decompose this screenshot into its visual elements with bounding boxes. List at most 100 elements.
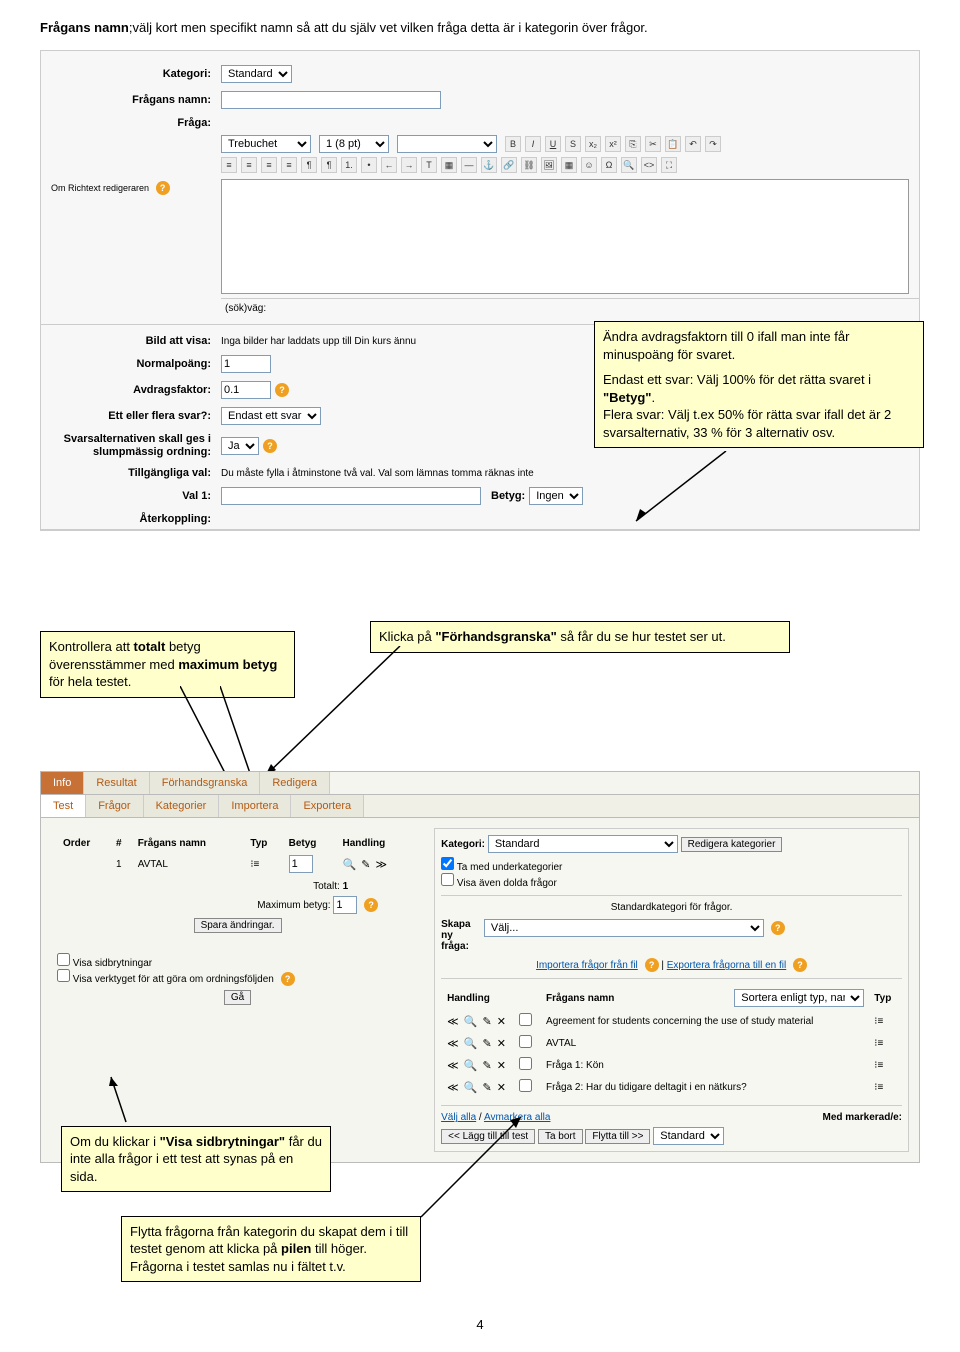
list-num-icon[interactable]: 1. bbox=[341, 157, 357, 173]
align-justify-icon[interactable]: ≡ bbox=[281, 157, 297, 173]
delete-icon[interactable]: ✕ bbox=[497, 1082, 507, 1094]
cb-visa-verk[interactable]: Visa verktyget för att göra om ordningsf… bbox=[57, 974, 274, 985]
tab-exportera[interactable]: Exportera bbox=[291, 795, 364, 817]
align-center-icon[interactable]: ≡ bbox=[241, 157, 257, 173]
tab-info[interactable]: Info bbox=[41, 772, 84, 794]
row-checkbox[interactable] bbox=[519, 1013, 532, 1026]
preview-icon[interactable]: 🔍 bbox=[464, 1038, 479, 1050]
redo-icon[interactable]: ↷ bbox=[705, 136, 721, 152]
add-to-test-button[interactable]: << Lägg till till test bbox=[441, 1129, 535, 1144]
select-betyg[interactable]: Ingen bbox=[529, 487, 583, 505]
fullscreen-icon[interactable]: ⛶ bbox=[661, 157, 677, 173]
moveleft-icon[interactable]: ≪ bbox=[447, 1016, 460, 1028]
delete-icon[interactable]: ✕ bbox=[497, 1016, 507, 1028]
help-icon[interactable]: ? bbox=[263, 439, 277, 453]
copy-icon[interactable]: ⎘ bbox=[625, 136, 641, 152]
align-left-icon[interactable]: ≡ bbox=[221, 157, 237, 173]
help-icon[interactable]: ? bbox=[364, 898, 378, 912]
tab-importera[interactable]: Importera bbox=[219, 795, 291, 817]
row-checkbox[interactable] bbox=[519, 1079, 532, 1092]
input-val1[interactable] bbox=[221, 487, 481, 505]
moveright-icon[interactable]: ≫ bbox=[376, 859, 389, 871]
tab-fragor[interactable]: Frågor bbox=[86, 795, 143, 817]
anchor-icon[interactable]: ⚓ bbox=[481, 157, 497, 173]
input-avdrag[interactable] bbox=[221, 381, 271, 399]
delete-icon[interactable]: ✕ bbox=[497, 1038, 507, 1050]
tab-redigera[interactable]: Redigera bbox=[260, 772, 330, 794]
link-icon[interactable]: 🔗 bbox=[501, 157, 517, 173]
select-all-link[interactable]: Välj alla bbox=[441, 1112, 476, 1123]
tab-test[interactable]: Test bbox=[41, 795, 86, 817]
emoji-icon[interactable]: ☺ bbox=[581, 157, 597, 173]
row-checkbox[interactable] bbox=[519, 1057, 532, 1070]
paste-icon[interactable]: 📋 bbox=[665, 136, 681, 152]
tab-kategorier[interactable]: Kategorier bbox=[144, 795, 220, 817]
bold-icon[interactable]: B bbox=[505, 136, 521, 152]
italic-icon[interactable]: I bbox=[525, 136, 541, 152]
edit-icon[interactable]: ✎ bbox=[361, 859, 371, 871]
cb-underkat[interactable]: Ta med underkategorier bbox=[441, 862, 562, 873]
select-slump[interactable]: Ja bbox=[221, 437, 259, 455]
select-font[interactable]: Trebuchet bbox=[221, 135, 311, 153]
select-size[interactable]: 1 (8 pt) bbox=[319, 135, 389, 153]
cut-icon[interactable]: ✂ bbox=[645, 136, 661, 152]
help-icon[interactable]: ? bbox=[645, 958, 659, 972]
rtl-icon[interactable]: ¶ bbox=[321, 157, 337, 173]
input-max[interactable] bbox=[333, 896, 357, 914]
moveleft-icon[interactable]: ≪ bbox=[447, 1082, 460, 1094]
editor-textarea[interactable] bbox=[221, 179, 909, 294]
delete-button[interactable]: Ta bort bbox=[538, 1129, 583, 1144]
strike-icon[interactable]: S bbox=[565, 136, 581, 152]
select-flera[interactable]: Endast ett svar bbox=[221, 407, 321, 425]
search-icon[interactable]: 🔍 bbox=[621, 157, 637, 173]
undo-icon[interactable]: ↶ bbox=[685, 136, 701, 152]
row-checkbox[interactable] bbox=[519, 1035, 532, 1048]
outdent-icon[interactable]: ← bbox=[381, 157, 397, 173]
cb-dolda[interactable]: Visa även dolda frågor bbox=[441, 878, 557, 889]
edit-icon[interactable]: ✎ bbox=[482, 1082, 492, 1094]
edit-icon[interactable]: ✎ bbox=[482, 1016, 492, 1028]
html-icon[interactable]: <> bbox=[641, 157, 657, 173]
select-kategori[interactable]: Standard bbox=[221, 65, 292, 83]
import-link[interactable]: Importera frågor från fil bbox=[536, 960, 638, 971]
r-select-kategori[interactable]: Standard bbox=[488, 835, 678, 853]
help-icon[interactable]: ? bbox=[771, 921, 785, 935]
select-sort[interactable]: Sortera enligt typ, namn bbox=[734, 989, 864, 1007]
preview-icon[interactable]: 🔍 bbox=[464, 1016, 479, 1028]
select-skapa[interactable]: Välj... bbox=[484, 919, 764, 937]
help-icon[interactable]: ? bbox=[793, 958, 807, 972]
tab-resultat[interactable]: Resultat bbox=[84, 772, 149, 794]
list-bullet-icon[interactable]: • bbox=[361, 157, 377, 173]
unlink-icon[interactable]: ⛓ bbox=[521, 157, 537, 173]
move-to-button[interactable]: Flytta till >> bbox=[585, 1129, 650, 1144]
delete-icon[interactable]: ✕ bbox=[497, 1060, 507, 1072]
go-button[interactable]: Gå bbox=[224, 990, 251, 1005]
input-row-betyg[interactable] bbox=[289, 855, 313, 873]
sub-icon[interactable]: x₂ bbox=[585, 136, 601, 152]
image-icon[interactable]: 🖼 bbox=[541, 157, 557, 173]
edit-icon[interactable]: ✎ bbox=[482, 1038, 492, 1050]
preview-icon[interactable]: 🔍 bbox=[464, 1082, 479, 1094]
char-icon[interactable]: Ω bbox=[601, 157, 617, 173]
moveleft-icon[interactable]: ≪ bbox=[447, 1060, 460, 1072]
select-move[interactable]: Standard bbox=[653, 1127, 724, 1145]
help-icon[interactable]: ? bbox=[281, 972, 295, 986]
input-normal[interactable] bbox=[221, 355, 271, 373]
edit-categories-button[interactable]: Redigera kategorier bbox=[681, 837, 783, 852]
deselect-all-link[interactable]: Avmarkera alla bbox=[484, 1112, 551, 1123]
edit-icon[interactable]: ✎ bbox=[482, 1060, 492, 1072]
moveleft-icon[interactable]: ≪ bbox=[447, 1038, 460, 1050]
preview-icon[interactable]: 🔍 bbox=[342, 859, 357, 871]
hr-icon[interactable]: — bbox=[461, 157, 477, 173]
table-icon[interactable]: ▦ bbox=[561, 157, 577, 173]
export-link[interactable]: Exportera frågorna till en fil bbox=[667, 960, 787, 971]
align-right-icon[interactable]: ≡ bbox=[261, 157, 277, 173]
ltr-icon[interactable]: ¶ bbox=[301, 157, 317, 173]
input-namn[interactable] bbox=[221, 91, 441, 109]
textcolor-icon[interactable]: T bbox=[421, 157, 437, 173]
tab-forhandsgranska[interactable]: Förhandsgranska bbox=[150, 772, 261, 794]
help-icon[interactable]: ? bbox=[275, 383, 289, 397]
bgcolor-icon[interactable]: ▦ bbox=[441, 157, 457, 173]
save-button[interactable]: Spara ändringar. bbox=[194, 918, 282, 933]
select-style[interactable] bbox=[397, 135, 497, 153]
